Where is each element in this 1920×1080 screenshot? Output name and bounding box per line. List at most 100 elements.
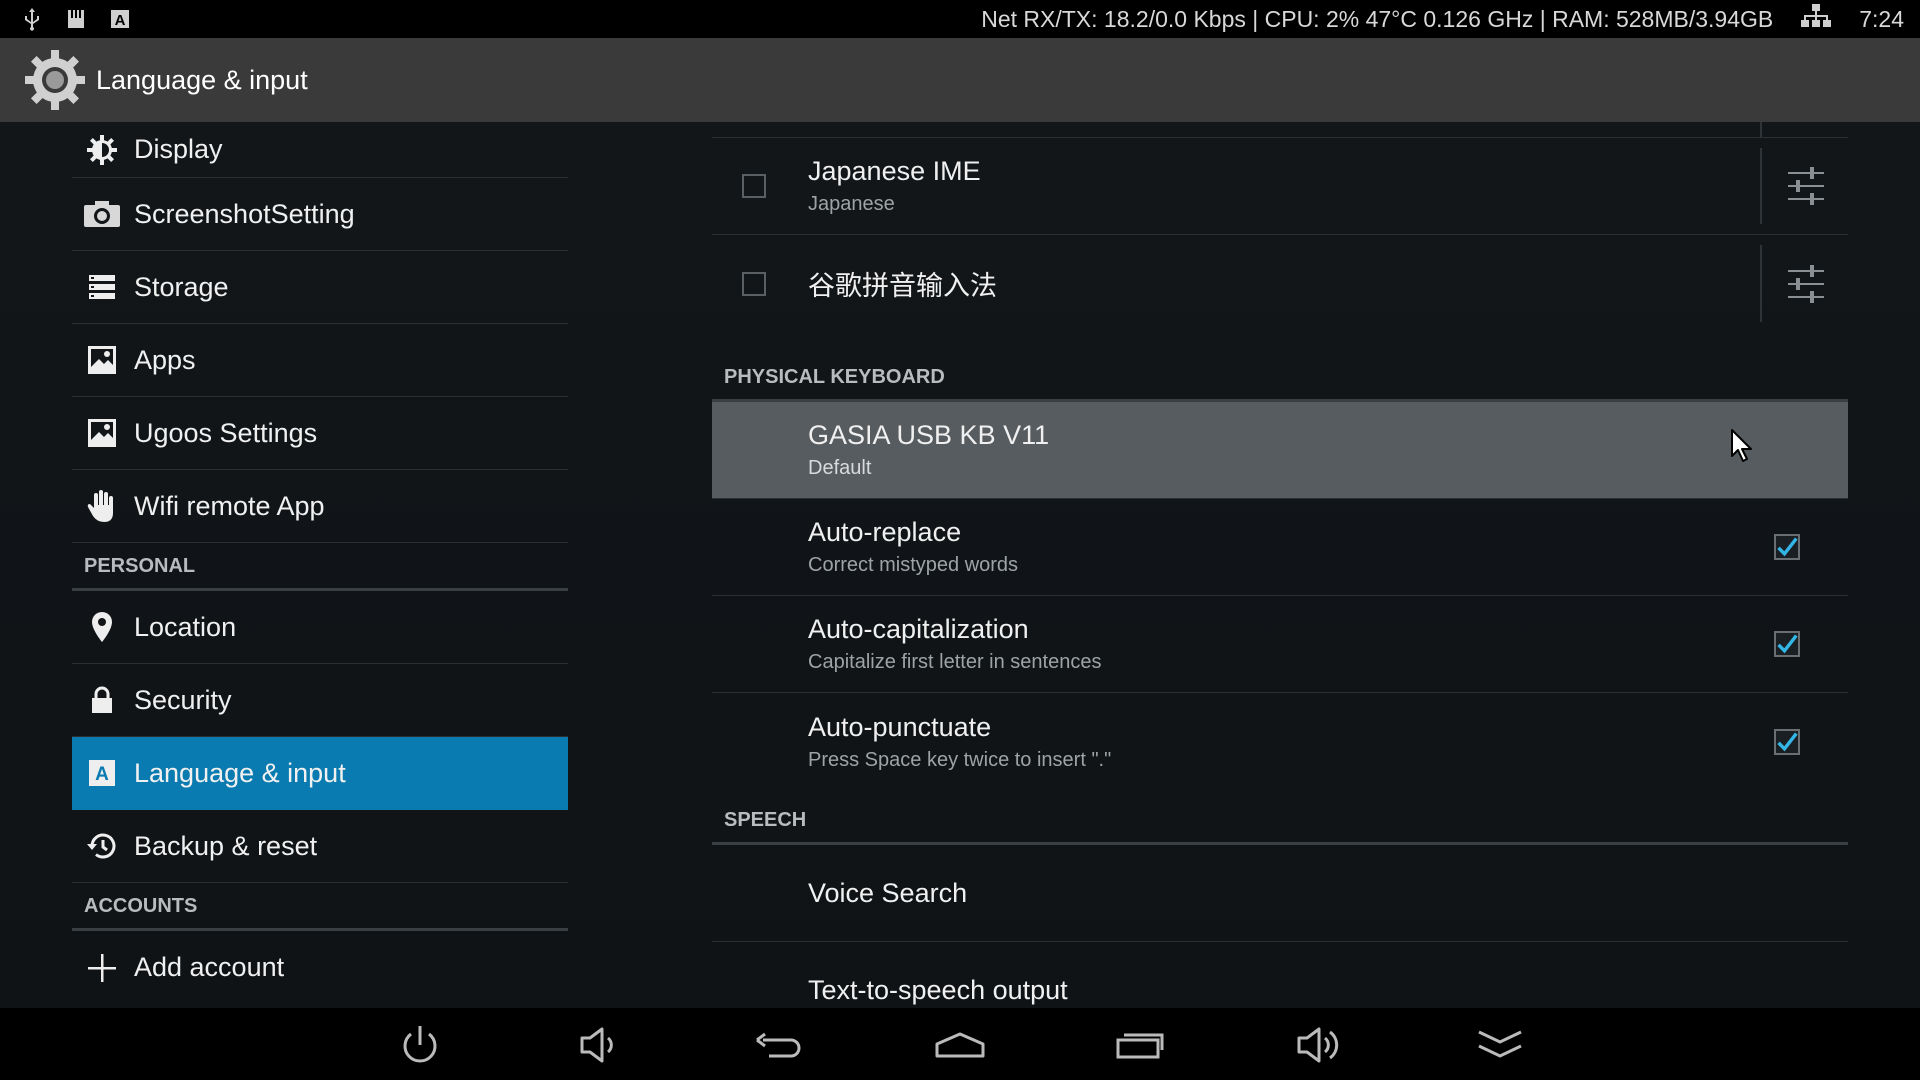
settings-gear-icon[interactable] (20, 45, 90, 115)
nav-label: Ugoos Settings (134, 417, 318, 448)
nav-label: Add account (134, 952, 285, 982)
auto-punctuate-checkbox[interactable] (1774, 728, 1800, 755)
display-brightness-icon (82, 130, 122, 170)
back-button[interactable] (750, 1020, 810, 1070)
volume-down-button[interactable] (570, 1020, 630, 1070)
power-button[interactable] (390, 1020, 450, 1070)
keyboard-device-item[interactable]: GASIA USB KB V11 Default (712, 402, 1848, 499)
ime-item-japanese[interactable]: Japanese IME Japanese (712, 138, 1848, 235)
page-title: Language & input (96, 64, 308, 95)
location-pin-icon (82, 607, 122, 647)
backup-restore-icon (82, 826, 122, 866)
status-bar: A Net RX/TX: 18.2/0.0 Kbps | CPU: 2% 47°… (0, 0, 1920, 38)
plus-icon (82, 948, 122, 988)
pref-subtitle: Default (808, 457, 872, 479)
section-header-accounts: ACCOUNTS (72, 883, 568, 931)
nav-item-display[interactable]: Display (72, 122, 568, 178)
divider (1760, 122, 1762, 137)
checkmark-icon (1777, 634, 1798, 654)
pref-text-to-speech-output[interactable]: Text-to-speech output (712, 942, 1848, 1008)
auto-replace-checkbox[interactable] (1774, 534, 1800, 560)
pref-title: Auto-capitalization (808, 614, 1029, 644)
sliders-icon (1788, 264, 1824, 303)
pref-title: Japanese IME (808, 156, 981, 186)
apps-icon (82, 340, 122, 380)
checkmark-icon (1777, 731, 1798, 751)
storage-icon (82, 267, 122, 307)
power-icon (403, 1026, 437, 1063)
pref-voice-search[interactable]: Voice Search (712, 845, 1848, 942)
divider (1760, 148, 1762, 224)
nav-item-add-account[interactable]: Add account (72, 931, 568, 1004)
language-input-preferences: Japanese IME Japanese 谷歌拼音输入法 PHYSICAL K… (712, 122, 1848, 1008)
nav-item-security[interactable]: Security (72, 664, 568, 737)
pref-auto-replace[interactable]: Auto-replace Correct mistyped words (712, 499, 1848, 596)
pref-subtitle: Press Space key twice to insert "." (808, 748, 1112, 771)
mouse-cursor-icon (1731, 429, 1752, 462)
pref-title: 谷歌拼音输入法 (808, 271, 997, 301)
volume-up-button[interactable] (1290, 1020, 1350, 1070)
nav-label: Apps (134, 344, 196, 375)
navigation-bar (0, 1008, 1920, 1080)
nav-label: Language & input (134, 757, 346, 788)
recents-button[interactable] (1110, 1020, 1170, 1070)
pref-subtitle: Capitalize first letter in sentences (808, 651, 1102, 673)
nav-label: Location (134, 611, 237, 642)
ime-enable-checkbox[interactable] (742, 271, 766, 296)
svg-text:A: A (115, 12, 126, 29)
pref-title: GASIA USB KB V11 (808, 420, 1050, 450)
ethernet-icon (1801, 3, 1832, 35)
ime-settings-button[interactable] (1782, 260, 1830, 308)
section-header-personal: PERSONAL (72, 543, 568, 591)
nav-item-apps[interactable]: Apps (72, 324, 568, 397)
pref-title: Voice Search (808, 877, 968, 908)
nav-label: Display (134, 134, 223, 164)
nav-item-language-input[interactable]: A Language & input (72, 737, 568, 810)
nav-label: ScreenshotSetting (134, 198, 355, 229)
apps-icon (82, 413, 122, 453)
section-header-speech: SPEECH (712, 790, 1848, 845)
recents-icon (1116, 1033, 1164, 1059)
nav-item-location[interactable]: Location (72, 591, 568, 664)
lock-icon (82, 680, 122, 720)
pref-auto-capitalization[interactable]: Auto-capitalization Capitalize first let… (712, 596, 1848, 693)
keyboard-a-icon: A (82, 753, 122, 793)
hide-bar-button[interactable] (1470, 1020, 1530, 1070)
list-item (712, 122, 1848, 138)
ime-settings-button[interactable] (1782, 162, 1830, 210)
home-icon (935, 1032, 985, 1058)
settings-categories: Display ScreenshotSetting Storage Apps U… (72, 122, 568, 1004)
nav-item-ugoos-settings[interactable]: Ugoos Settings (72, 397, 568, 470)
nav-label: Storage (134, 271, 229, 302)
sd-card-icon (64, 7, 88, 31)
keyboard-a-icon: A (108, 7, 132, 31)
nav-item-wifi-remote-app[interactable]: Wifi remote App (72, 470, 568, 543)
home-button[interactable] (930, 1020, 990, 1070)
hand-icon (82, 486, 122, 526)
pref-title: Auto-replace (808, 517, 962, 547)
usb-icon (20, 7, 44, 31)
nav-item-backup-reset[interactable]: Backup & reset (72, 810, 568, 883)
pref-title: Auto-punctuate (808, 711, 992, 742)
system-stats: Net RX/TX: 18.2/0.0 Kbps | CPU: 2% 47°C … (981, 5, 1774, 32)
clock: 7:24 (1859, 5, 1904, 32)
hide-bar-icon (1478, 1030, 1522, 1058)
ime-enable-checkbox[interactable] (742, 174, 766, 198)
nav-item-storage[interactable]: Storage (72, 251, 568, 324)
pref-subtitle: Correct mistyped words (808, 554, 1019, 576)
nav-label: Security (134, 684, 232, 715)
nav-label: Wifi remote App (134, 490, 325, 521)
auto-capitalization-checkbox[interactable] (1774, 631, 1800, 657)
nav-item-screenshot-setting[interactable]: ScreenshotSetting (72, 178, 568, 251)
sliders-icon (1788, 167, 1824, 205)
ime-item-google-pinyin[interactable]: 谷歌拼音输入法 (712, 235, 1848, 332)
back-icon (756, 1032, 801, 1058)
pref-auto-punctuate[interactable]: Auto-punctuate Press Space key twice to … (712, 693, 1848, 790)
pref-subtitle: Japanese (808, 193, 895, 215)
svg-text:A: A (95, 764, 109, 785)
pref-title: Text-to-speech output (808, 975, 1068, 1005)
volume-down-icon (580, 1027, 613, 1063)
camera-icon (82, 194, 122, 234)
volume-up-icon (1297, 1027, 1339, 1063)
settings-content: Display ScreenshotSetting Storage Apps U… (0, 122, 1920, 1008)
